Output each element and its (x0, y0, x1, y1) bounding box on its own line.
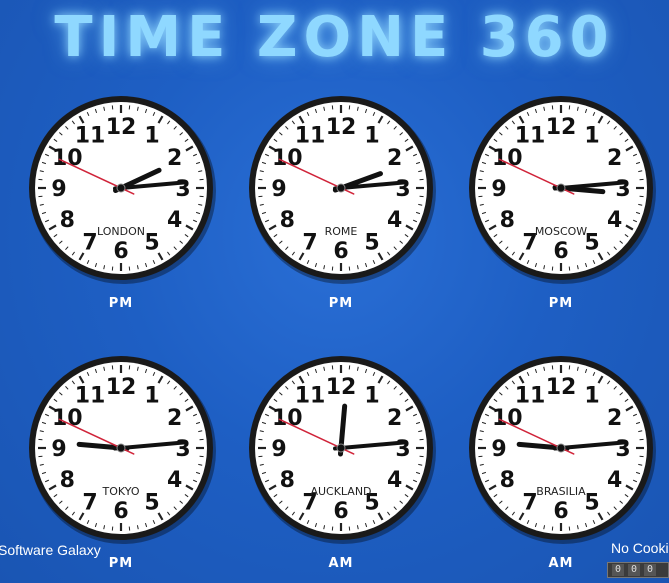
clock-face-svg: 12 1234567891011LONDON (29, 96, 216, 284)
clock-city-label: TOKYO (102, 485, 140, 498)
clock-number-2: 2 (167, 406, 182, 431)
clock-number-11: 11 (295, 383, 326, 408)
clock-number-12: 12 (106, 375, 137, 400)
cookie-toolbar: 0 0 0 (607, 562, 669, 578)
clock-number-8: 8 (500, 208, 515, 233)
ampm-label-tokyo: PM (108, 556, 134, 571)
clock-number-11: 11 (75, 383, 106, 408)
clock-number-4: 4 (167, 468, 182, 493)
clock-face-svg: 12 1234567891011BRASILIA (469, 356, 656, 544)
clock-number-5: 5 (364, 231, 379, 256)
clock-rome: 12 1 2 3 4 5 6 7 8 9 10 11 ROME (243, 90, 439, 286)
clock-number-9: 9 (51, 437, 66, 462)
clock-center-cap (336, 443, 346, 453)
clock-number-2: 2 (387, 406, 402, 431)
clock-city-label: BRASILIA (536, 485, 586, 498)
clock-number-9: 9 (51, 177, 66, 202)
clock-number-9: 9 (491, 437, 506, 462)
clock-brasilia: 12 1 2 3 4 5 6 7 8 9 10 11 BRASILIA (463, 350, 659, 546)
clock-number-2: 2 (167, 146, 182, 171)
clock-number-1: 1 (584, 383, 599, 408)
clock-city-label: ROME (325, 225, 358, 238)
ampm-label-moscow: PM (548, 296, 574, 311)
clock-city-label: MOSCOW (535, 225, 587, 238)
clock-number-5: 5 (584, 491, 599, 516)
cookie-icon[interactable]: 0 (628, 564, 640, 576)
clock-number-8: 8 (280, 208, 295, 233)
clock-number-8: 8 (60, 468, 75, 493)
clock-center-cap (556, 443, 566, 453)
clock-number-6: 6 (333, 499, 348, 524)
clock-auckland: 12 1 2 3 4 5 6 7 8 9 10 11 AUCKLAND (243, 350, 439, 546)
clock-number-12: 12 (326, 375, 357, 400)
clock-number-2: 2 (607, 406, 622, 431)
clock-number-12: 12 (546, 375, 577, 400)
clock-face-svg: 12 1234567891011ROME (249, 96, 436, 284)
clock-number-7: 7 (302, 231, 317, 256)
clock-number-6: 6 (553, 499, 568, 524)
clock-number-6: 6 (333, 239, 348, 264)
clock-number-5: 5 (144, 231, 159, 256)
clock-number-8: 8 (280, 468, 295, 493)
clock-number-2: 2 (387, 146, 402, 171)
clock-number-1: 1 (144, 123, 159, 148)
clock-number-11: 11 (295, 123, 326, 148)
clock-number-1: 1 (584, 123, 599, 148)
clock-number-2: 2 (607, 146, 622, 171)
clock-number-4: 4 (387, 208, 402, 233)
clock-number-12: 12 (546, 115, 577, 140)
footer-brand-link[interactable]: Software Galaxy (0, 542, 101, 558)
clock-city-label: AUCKLAND (310, 485, 371, 498)
clock-number-1: 1 (364, 383, 379, 408)
clock-london: 12 1 2 3 4 5 6 7 8 9 10 11 LONDON (23, 90, 219, 286)
clock-number-12: 12 (106, 115, 137, 140)
clock-number-6: 6 (113, 499, 128, 524)
ampm-label-auckland: AM (328, 556, 354, 571)
clock-tokyo: 12 1 2 3 4 5 6 7 8 9 10 11 TOKYO (23, 350, 219, 546)
clock-number-9: 9 (271, 177, 286, 202)
clock-number-11: 11 (515, 123, 546, 148)
clock-number-9: 9 (271, 437, 286, 462)
clock-number-1: 1 (364, 123, 379, 148)
clock-number-6: 6 (553, 239, 568, 264)
clock-number-8: 8 (500, 468, 515, 493)
clock-number-11: 11 (515, 383, 546, 408)
clock-moscow: 12 1 2 3 4 5 6 7 8 9 10 11 MOSCOW (463, 90, 659, 286)
clock-number-9: 9 (491, 177, 506, 202)
clock-number-4: 4 (607, 468, 622, 493)
clock-number-6: 6 (113, 239, 128, 264)
clock-number-1: 1 (144, 383, 159, 408)
app-title: TIME ZONE 360 (54, 5, 615, 70)
clock-face-svg: 12 1234567891011TOKYO (29, 356, 216, 544)
clock-city-label: LONDON (97, 225, 145, 238)
clock-center-cap (116, 443, 126, 453)
clock-face-svg: 12 1234567891011AUCKLAND (249, 356, 436, 544)
ampm-label-london: PM (108, 296, 134, 311)
clock-center-cap (336, 183, 346, 193)
clock-number-5: 5 (144, 491, 159, 516)
clock-face-svg: 12 1234567891011MOSCOW (469, 96, 656, 284)
clock-number-4: 4 (387, 468, 402, 493)
clock-number-8: 8 (60, 208, 75, 233)
clock-number-12: 12 (326, 115, 357, 140)
clock-number-7: 7 (82, 231, 97, 256)
clock-center-cap (116, 183, 126, 193)
clock-number-11: 11 (75, 123, 106, 148)
cookie-icon[interactable]: 0 (644, 564, 656, 576)
clock-center-cap (556, 183, 566, 193)
ampm-label-rome: PM (328, 296, 354, 311)
clock-number-4: 4 (607, 208, 622, 233)
cookie-icon[interactable]: 0 (612, 564, 624, 576)
ampm-label-brasilia: AM (548, 556, 574, 571)
footer-cookie-link[interactable]: No Cookie (611, 540, 669, 556)
clock-number-4: 4 (167, 208, 182, 233)
clock-number-7: 7 (82, 491, 97, 516)
